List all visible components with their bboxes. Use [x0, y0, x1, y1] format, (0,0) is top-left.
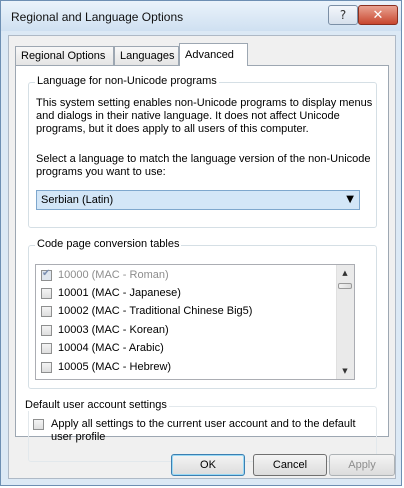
codepage-group-label: Code page conversion tables	[35, 238, 182, 250]
scroll-down-icon[interactable]: ▼	[337, 363, 353, 379]
tab-advanced[interactable]: Advanced	[179, 43, 248, 66]
list-item[interactable]: 10002 (MAC - Traditional Chinese Big5)	[36, 303, 341, 320]
checkbox[interactable]	[41, 362, 52, 373]
list-item-label: 10002 (MAC - Traditional Chinese Big5)	[58, 305, 253, 317]
ok-button[interactable]: OK	[171, 454, 245, 476]
nonunicode-description: This system setting enables non-Unicode …	[36, 97, 372, 136]
close-button[interactable]: ✕	[358, 5, 398, 25]
list-item-label: 10000 (MAC - Roman)	[58, 269, 169, 281]
scrollbar-thumb[interactable]	[338, 283, 352, 289]
codepage-listbox[interactable]: ✔ 10000 (MAC - Roman) 10001 (MAC - Japan…	[35, 264, 355, 380]
list-item[interactable]: 10001 (MAC - Japanese)	[36, 285, 341, 302]
title-bar[interactable]: Regional and Language Options ? ✕	[1, 1, 401, 31]
list-item[interactable]: ✔ 10000 (MAC - Roman)	[36, 267, 341, 284]
apply-to-default-label: Apply all settings to the current user a…	[51, 418, 356, 444]
list-item-label: 10003 (MAC - Korean)	[58, 324, 169, 336]
list-item[interactable]: 10004 (MAC - Arabic)	[36, 340, 341, 357]
checkbox[interactable]	[41, 306, 52, 317]
list-item-label: 10005 (MAC - Hebrew)	[58, 361, 172, 373]
description-line: This system setting enables non-Unicode …	[36, 97, 373, 109]
prompt-line: programs you want to use:	[36, 166, 166, 178]
listbox-scrollbar[interactable]: ▲ ▼	[336, 265, 354, 379]
chevron-down-icon[interactable]: ▼	[346, 194, 354, 205]
checkbox-label-line: user profile	[51, 431, 106, 443]
checkbox[interactable]	[41, 325, 52, 336]
close-icon: ✕	[372, 7, 384, 23]
window-title: Regional and Language Options	[11, 10, 184, 24]
list-item[interactable]: 10003 (MAC - Korean)	[36, 322, 341, 339]
help-icon: ?	[339, 8, 347, 22]
cancel-button[interactable]: Cancel	[253, 454, 327, 476]
dialog-window: Regional and Language Options ? ✕ Region…	[0, 0, 402, 486]
select-language-prompt: Select a language to match the language …	[36, 153, 371, 179]
checkbox[interactable]	[41, 343, 52, 354]
dialog-client-area: Regional Options Languages Advanced Lang…	[8, 35, 396, 479]
tab-languages[interactable]: Languages	[114, 46, 179, 65]
scroll-up-icon[interactable]: ▲	[337, 265, 353, 281]
apply-button[interactable]: Apply	[329, 454, 395, 476]
list-item-label: 10004 (MAC - Arabic)	[58, 342, 164, 354]
description-line: and dialogs in their native language. It…	[36, 110, 340, 122]
combobox-value: Serbian (Latin)	[41, 194, 114, 206]
help-button[interactable]: ?	[328, 5, 358, 25]
checkbox[interactable]: ✔	[41, 268, 52, 281]
description-line: programs, but it does apply to all users…	[36, 123, 309, 135]
checkmark-icon: ✔	[42, 268, 51, 279]
codepage-group: Code page conversion tables ✔ 10000 (MAC…	[28, 238, 377, 389]
checkbox[interactable]	[41, 288, 52, 299]
checkbox-label-line: Apply all settings to the current user a…	[51, 418, 356, 430]
list-item[interactable]: 10005 (MAC - Hebrew)	[36, 359, 341, 376]
language-combobox[interactable]: Serbian (Latin) ▼	[36, 190, 360, 210]
apply-to-default-checkbox[interactable]	[33, 419, 44, 430]
advanced-tab-panel: Language for non-Unicode programs This s…	[15, 65, 389, 462]
prompt-line: Select a language to match the language …	[36, 153, 371, 165]
default-account-group-label: Default user account settings	[23, 399, 169, 411]
nonunicode-group: Language for non-Unicode programs This s…	[28, 75, 377, 228]
tab-regional-options[interactable]: Regional Options	[15, 46, 114, 65]
nonunicode-group-label: Language for non-Unicode programs	[35, 75, 219, 87]
list-item-label: 10001 (MAC - Japanese)	[58, 287, 181, 299]
